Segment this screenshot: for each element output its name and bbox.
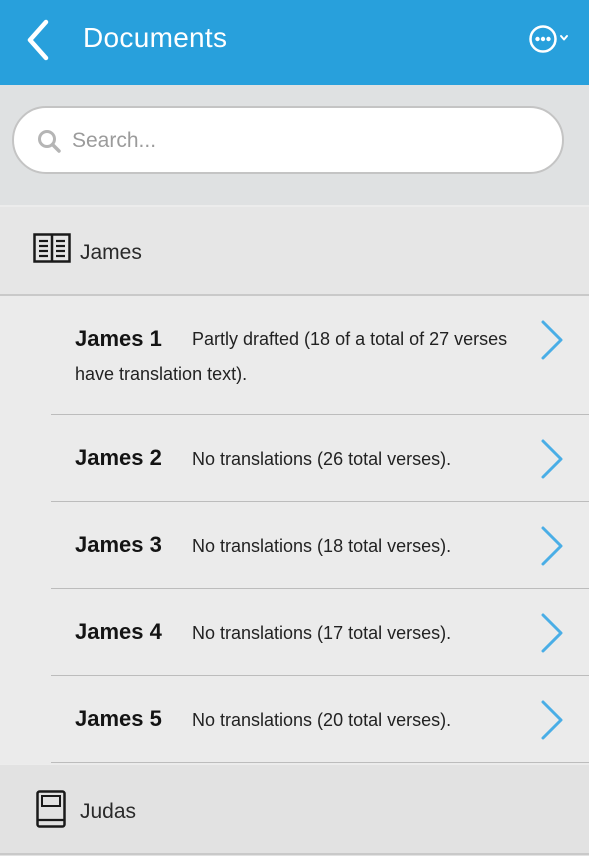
closed-book-icon bbox=[36, 790, 66, 828]
chapter-status: No translations (26 total verses). bbox=[192, 449, 452, 469]
chapter-row-james-1[interactable]: James 1 Partly drafted (18 of a total of… bbox=[51, 296, 589, 415]
chapter-name: James 5 bbox=[75, 706, 162, 731]
chapter-name: James 2 bbox=[75, 445, 162, 470]
ellipsis-circle-icon bbox=[529, 25, 568, 53]
book-label: James bbox=[80, 241, 142, 264]
chapter-name: James 1 bbox=[75, 326, 162, 351]
page-title: Documents bbox=[83, 22, 228, 53]
divider bbox=[0, 853, 589, 855]
search-icon bbox=[38, 130, 61, 153]
chapter-row-james-5[interactable]: James 5 No translations (20 total verses… bbox=[51, 676, 589, 763]
chevron-right-icon bbox=[541, 613, 563, 653]
search-bar-area bbox=[0, 85, 589, 205]
chevron-right-icon bbox=[541, 320, 563, 360]
chapter-row-james-3[interactable]: James 3 No translations (18 total verses… bbox=[51, 502, 589, 589]
book-label: Judas bbox=[80, 800, 137, 823]
more-options-button[interactable] bbox=[526, 22, 572, 56]
chapter-status: No translations (18 total verses). bbox=[192, 536, 452, 556]
book-header-james[interactable]: James bbox=[0, 207, 589, 295]
book-header-judas[interactable]: Judas bbox=[0, 765, 589, 856]
search-input[interactable] bbox=[70, 120, 544, 162]
chevron-right-icon bbox=[541, 700, 563, 740]
top-bar: Documents bbox=[0, 0, 589, 85]
chapter-status: Partly drafted (18 of a total of 27 vers… bbox=[192, 329, 508, 349]
chevron-left-icon bbox=[27, 19, 49, 61]
search-box[interactable] bbox=[12, 106, 564, 174]
chapter-name: James 4 bbox=[75, 619, 162, 644]
chapter-status: No translations (17 total verses). bbox=[192, 623, 452, 643]
chapter-list: James 1 Partly drafted (18 of a total of… bbox=[0, 296, 589, 764]
chapter-row-james-4[interactable]: James 4 No translations (17 total verses… bbox=[51, 589, 589, 676]
chevron-right-icon bbox=[541, 526, 563, 566]
chapter-status: No translations (20 total verses). bbox=[192, 710, 452, 730]
open-book-icon bbox=[33, 233, 71, 263]
back-button[interactable] bbox=[22, 18, 56, 62]
chapter-status-continued: have translation text). bbox=[75, 364, 248, 384]
chevron-right-icon bbox=[541, 439, 563, 479]
chapter-name: James 3 bbox=[75, 532, 162, 557]
chapter-row-james-2[interactable]: James 2 No translations (26 total verses… bbox=[51, 415, 589, 502]
